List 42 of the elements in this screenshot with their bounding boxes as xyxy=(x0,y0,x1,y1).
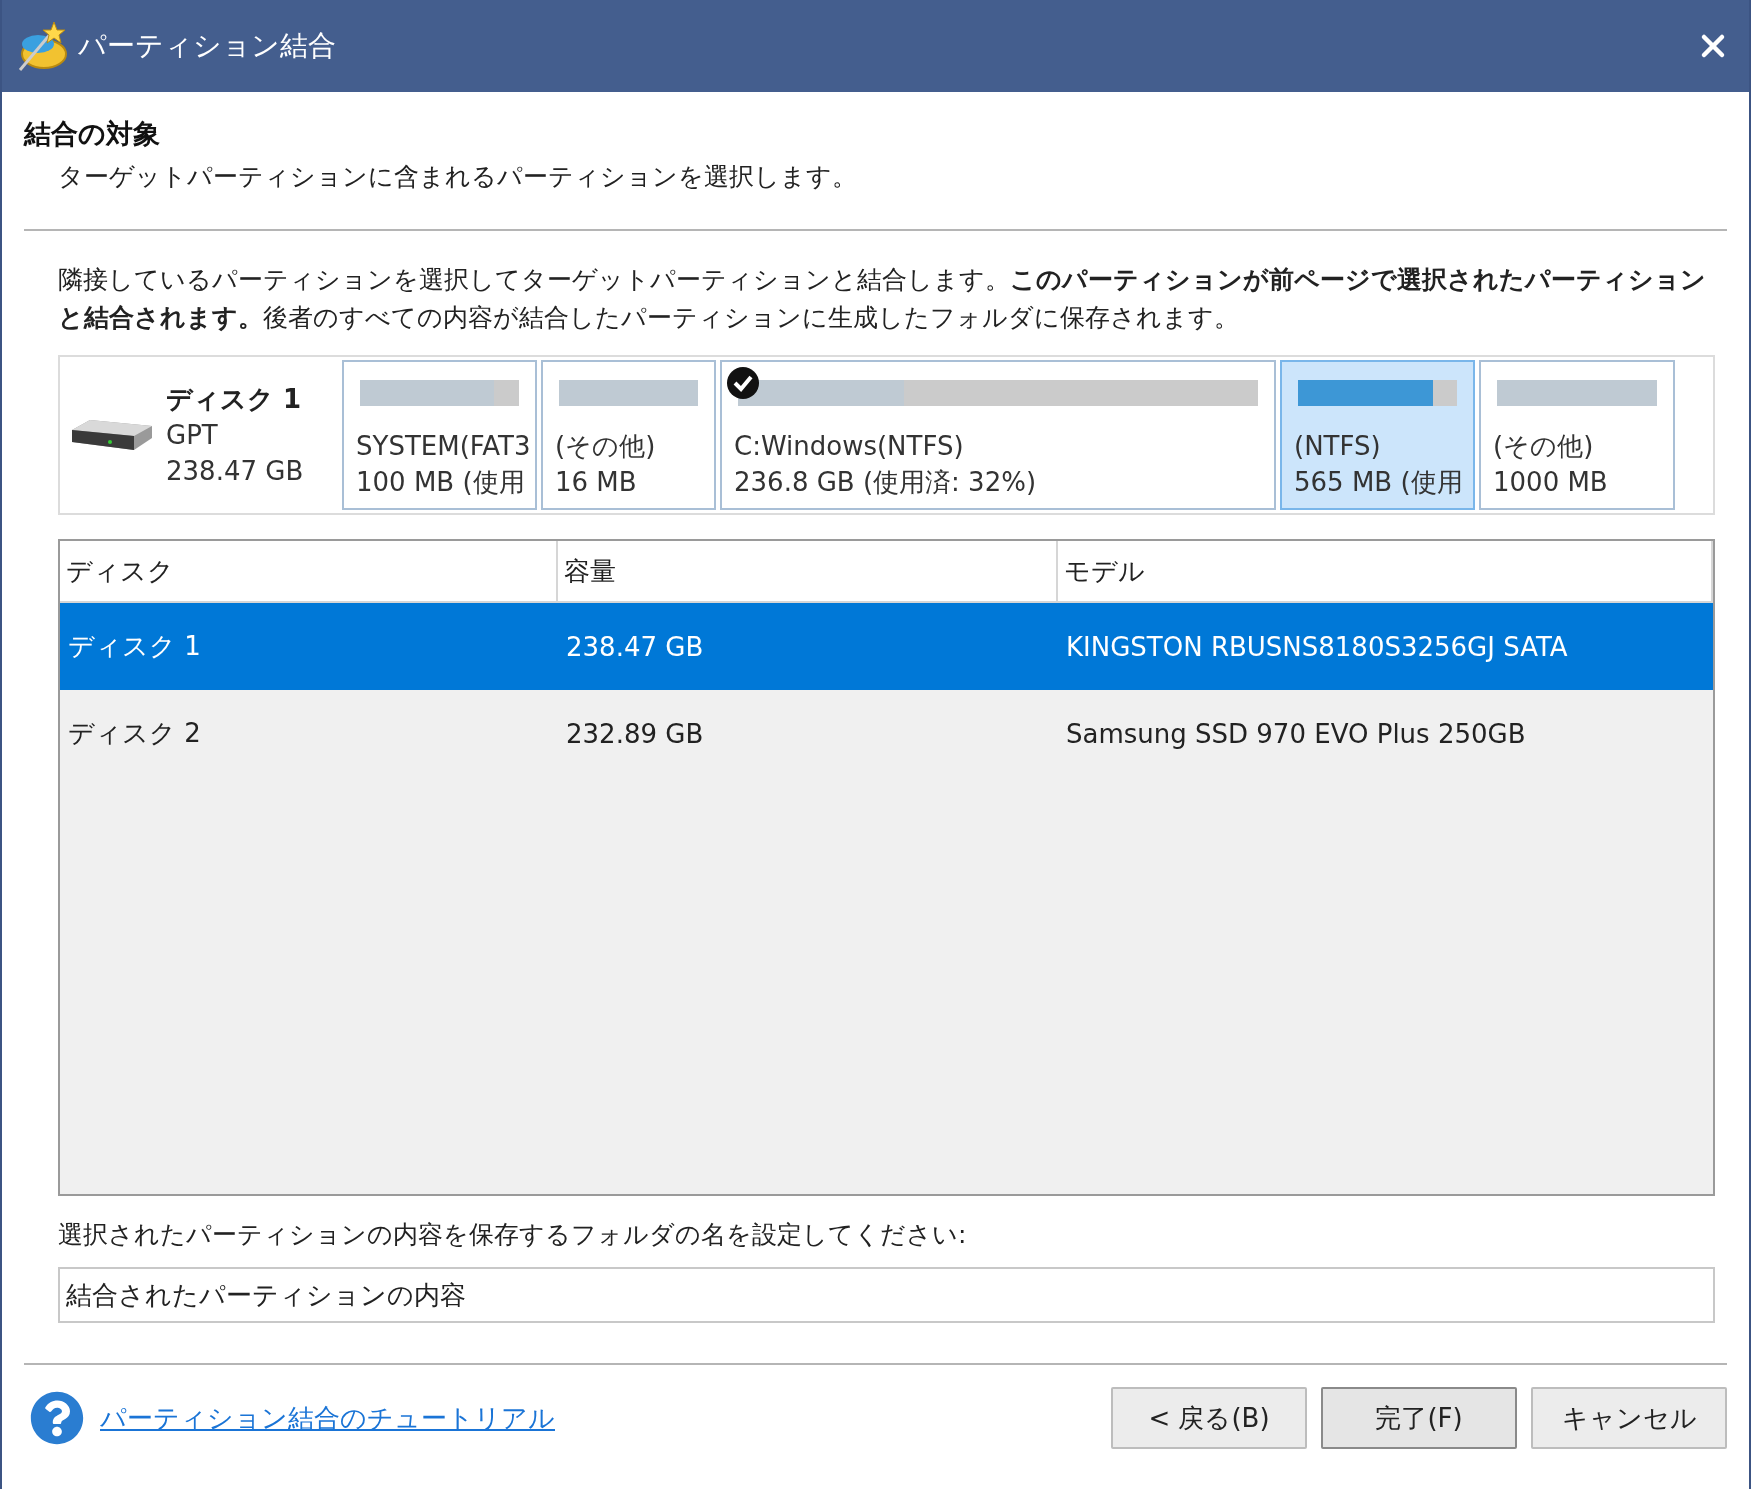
partition-label: (NTFS) xyxy=(1294,430,1382,463)
disk-name: ディスク 1 xyxy=(166,383,303,416)
partition-label: C:Windows(NTFS) xyxy=(734,430,965,463)
partition-label: (その他) xyxy=(1493,430,1595,463)
partition-block[interactable]: (その他) 16 MB xyxy=(541,360,716,510)
column-header[interactable]: モデル xyxy=(1058,541,1713,601)
table-cell-text: ディスク 2 xyxy=(67,717,202,750)
description-text: 隣接しているパーティションを選択してターゲットパーティションと結合します。このパーティションが前ページで選択されたパーティションと結合されます。後者のすべての内容が結合したパーティションに生成したフォルダに保存されます。 xyxy=(58,264,1707,334)
disk-size: 238.47 GB xyxy=(166,455,304,488)
window-title: パーティション結合 xyxy=(78,28,337,64)
table-row[interactable]: ディスク 1 238.47 GB KINGSTON RBUSNS8180S3256GJ SATA xyxy=(60,603,1713,690)
table-cell-text: Samsung SSD 970 EVO Plus 250GB xyxy=(1065,717,1527,751)
partition-size: 565 MB (使用 xyxy=(1294,466,1464,499)
table-row[interactable]: ディスク 2 232.89 GB Samsung SSD 970 EVO Plus 250GB xyxy=(60,690,1713,777)
partition-size: 16 MB xyxy=(555,466,638,499)
partition-size: 100 MB (使用 xyxy=(356,466,526,499)
hard-drive-icon xyxy=(70,418,154,452)
partition-label: (その他) xyxy=(555,430,657,463)
table-cell-text: 238.47 GB xyxy=(565,630,705,664)
dialog-button[interactable]: < 戻る(B) xyxy=(1111,1387,1307,1449)
dialog-button[interactable]: 完了(F) xyxy=(1321,1387,1517,1449)
table-cell-text: KINGSTON RBUSNS8180S3256GJ SATA xyxy=(1065,630,1569,664)
wand-disk-icon xyxy=(16,20,68,72)
folder-label: 選択されたパーティションの内容を保存するフォルダの名を設定してください: xyxy=(58,1219,968,1251)
table-cell-text: ディスク 1 xyxy=(67,630,202,663)
partition-block[interactable]: C:Windows(NTFS) 236.8 GB (使用済: 32%) xyxy=(720,360,1276,510)
partition-block[interactable]: (NTFS) 565 MB (使用 xyxy=(1280,360,1475,510)
partition-size: 236.8 GB (使用済: 32%) xyxy=(734,466,1038,499)
section-subtitle: ターゲットパーティションに含まれるパーティションを選択します。 xyxy=(58,161,858,193)
partition-block[interactable]: (その他) 1000 MB xyxy=(1479,360,1675,510)
table-cell-text: 232.89 GB xyxy=(565,717,705,751)
column-header[interactable]: ディスク xyxy=(60,541,558,601)
help-icon[interactable] xyxy=(30,1391,84,1445)
partition-style: GPT xyxy=(166,419,219,452)
partition-label: SYSTEM(FAT3 xyxy=(356,430,527,463)
partition-size: 1000 MB xyxy=(1493,466,1609,499)
partition-block[interactable]: SYSTEM(FAT3 100 MB (使用 xyxy=(342,360,537,510)
folder-name-field[interactable]: 結合されたパーティションの内容 xyxy=(58,1267,1715,1323)
tutorial-link[interactable]: パーティション結合のチュートリアル xyxy=(100,1400,1097,1436)
column-header[interactable]: 容量 xyxy=(558,541,1058,601)
dialog-button[interactable]: キャンセル xyxy=(1531,1387,1727,1449)
section-title: 結合の対象 xyxy=(24,117,161,151)
